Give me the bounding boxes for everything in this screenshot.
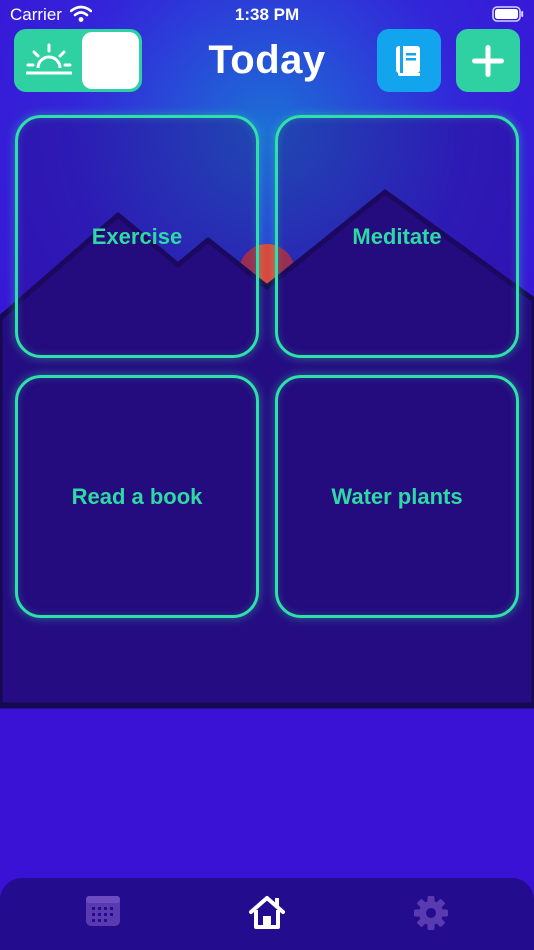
habit-label: Read a book — [71, 483, 203, 509]
tab-bar — [0, 878, 534, 950]
gear-icon — [414, 896, 448, 930]
calendar-icon — [86, 896, 120, 926]
header: Today — [0, 28, 534, 94]
habit-tile-exercise[interactable]: Exercise — [15, 115, 259, 358]
habit-tile-water-plants[interactable]: Water plants — [275, 375, 519, 618]
add-habit-button[interactable] — [456, 29, 520, 92]
habit-label: Exercise — [91, 223, 183, 249]
page-title: Today — [208, 38, 326, 82]
habit-label: Water plants — [331, 483, 463, 509]
status-time: 1:38 PM — [234, 5, 300, 24]
habit-tile-read-a-book[interactable]: Read a book — [15, 375, 259, 618]
status-bar: Carrier 1:38 PM — [0, 0, 534, 30]
tab-settings[interactable] — [411, 894, 451, 932]
habit-tile-meditate[interactable]: Meditate — [275, 115, 519, 358]
journal-button[interactable] — [377, 29, 441, 92]
home-icon — [249, 896, 285, 929]
tab-home[interactable] — [247, 894, 287, 932]
habit-label: Meditate — [352, 223, 442, 249]
tab-calendar[interactable] — [83, 894, 123, 932]
book-icon — [396, 46, 420, 76]
plus-icon — [472, 45, 504, 77]
battery-icon — [492, 6, 524, 22]
